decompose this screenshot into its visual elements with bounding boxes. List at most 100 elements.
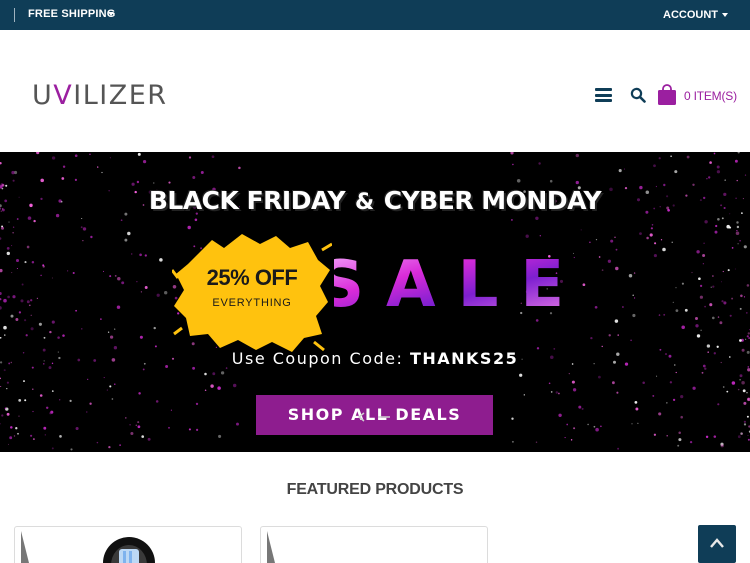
confetti-dot <box>107 331 110 333</box>
confetti-dot <box>614 236 616 238</box>
confetti-dot <box>0 298 2 301</box>
confetti-dot <box>30 299 33 302</box>
confetti-dot <box>62 165 66 168</box>
confetti-dot <box>74 154 78 158</box>
confetti-dot <box>741 380 745 385</box>
confetti-dot <box>722 270 724 273</box>
confetti-dot <box>747 435 749 436</box>
hero-banner[interactable]: BLACK FRIDAY & CYBER MONDAY 25% OFF EVERYT… <box>0 152 750 452</box>
confetti-dot <box>743 245 747 249</box>
confetti-dot <box>90 235 93 239</box>
svg-text:SALE: SALE <box>334 248 570 322</box>
hamburger-menu-icon[interactable] <box>595 88 612 102</box>
confetti-dot <box>700 329 702 331</box>
confetti-dot <box>720 444 724 448</box>
confetti-dot <box>713 435 717 438</box>
confetti-dot <box>26 245 30 249</box>
free-shipping-link[interactable]: FREE SHIPPING <box>28 8 116 20</box>
confetti-dot <box>0 423 1 425</box>
confetti-dot <box>0 237 2 240</box>
site-logo[interactable]: UVILIZER <box>32 80 168 111</box>
confetti-dot <box>742 389 746 393</box>
confetti-dot <box>12 226 15 228</box>
confetti-dot <box>142 368 145 371</box>
confetti-dot <box>642 381 645 384</box>
confetti-dot <box>716 165 720 169</box>
confetti-dot <box>0 337 2 339</box>
confetti-dot <box>598 256 601 258</box>
scroll-to-top-button[interactable] <box>698 525 736 563</box>
confetti-dot <box>62 334 65 337</box>
confetti-dot <box>731 247 734 249</box>
confetti-dot <box>138 392 141 395</box>
confetti-dot <box>129 424 131 426</box>
confetti-dot <box>51 447 54 450</box>
confetti-dot <box>608 334 611 337</box>
confetti-dot <box>558 413 562 417</box>
headline-cyber-monday: CYBER MONDAY <box>383 186 602 215</box>
confetti-dot <box>81 328 83 330</box>
confetti-dot <box>715 224 718 228</box>
confetti-dot <box>49 412 52 415</box>
confetti-dot <box>743 401 747 405</box>
product-badge-corner <box>267 531 275 563</box>
confetti-dot <box>30 434 33 437</box>
confetti-dot <box>16 218 19 220</box>
confetti-dot <box>101 171 103 174</box>
confetti-dot <box>142 159 147 164</box>
confetti-dot <box>621 306 624 308</box>
confetti-dot <box>204 372 207 376</box>
confetti-dot <box>535 216 539 221</box>
confetti-dot <box>634 297 636 299</box>
confetti-dot <box>723 301 727 305</box>
confetti-dot <box>15 318 19 321</box>
account-menu-button[interactable]: ACCOUNT <box>663 9 718 21</box>
confetti-dot <box>677 444 680 447</box>
confetti-dot <box>511 417 514 420</box>
product-image[interactable] <box>99 537 159 563</box>
confetti-dot <box>96 441 99 444</box>
confetti-dot <box>0 291 2 296</box>
confetti-dot <box>11 272 13 274</box>
confetti-dot <box>18 399 22 402</box>
confetti-dot <box>137 425 141 429</box>
confetti-dot <box>0 385 2 388</box>
confetti-dot <box>51 156 56 160</box>
confetti-dot <box>16 267 18 270</box>
caret-down-icon[interactable] <box>108 12 114 16</box>
confetti-dot <box>74 178 77 181</box>
confetti-dot <box>26 300 30 304</box>
confetti-dot <box>675 371 677 374</box>
search-icon[interactable] <box>630 87 646 103</box>
confetti-dot <box>746 284 750 287</box>
confetti-dot <box>218 434 222 438</box>
confetti-dot <box>550 391 553 393</box>
confetti-dot <box>669 381 673 384</box>
confetti-dot <box>168 181 171 184</box>
coupon-label: Use Coupon Code: <box>231 349 410 368</box>
confetti-dot <box>717 403 720 406</box>
confetti-dot <box>743 423 747 426</box>
confetti-dot <box>539 235 541 237</box>
confetti-dot <box>194 218 198 222</box>
confetti-dot <box>675 309 679 312</box>
product-card[interactable] <box>260 526 488 563</box>
slider-arrows-icon[interactable] <box>356 412 392 422</box>
confetti-dot <box>695 317 698 320</box>
confetti-dot <box>617 334 619 336</box>
cart-count-link[interactable]: 0 ITEM(S) <box>684 89 737 103</box>
confetti-dot <box>153 326 156 330</box>
caret-down-icon[interactable] <box>722 13 728 17</box>
confetti-dot <box>739 240 741 242</box>
confetti-dot <box>678 431 681 434</box>
confetti-dot <box>125 417 127 419</box>
product-card[interactable] <box>14 526 242 563</box>
confetti-dot <box>623 168 626 170</box>
confetti-dot <box>572 388 577 392</box>
shopping-bag-icon[interactable] <box>657 84 677 106</box>
yellow-paint-splash <box>172 234 332 352</box>
confetti-dot <box>130 253 133 255</box>
confetti-dot <box>675 287 677 289</box>
confetti-dot <box>168 426 170 429</box>
confetti-dot <box>706 344 711 348</box>
